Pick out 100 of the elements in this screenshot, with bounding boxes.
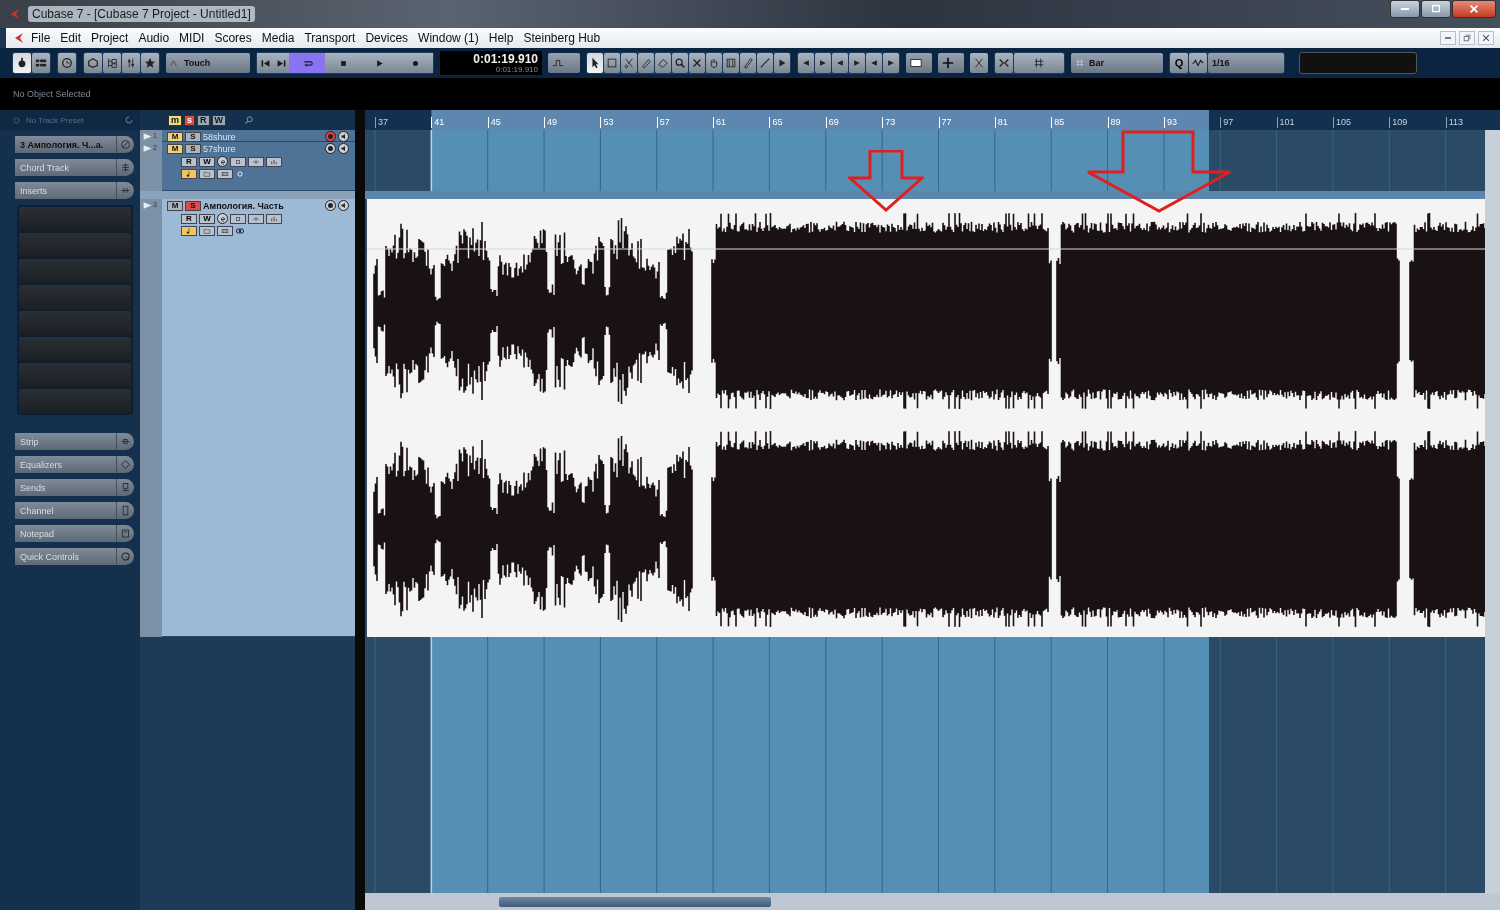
play-tool[interactable] xyxy=(774,53,790,73)
bar-number: 45 xyxy=(487,117,501,128)
track-header[interactable]: M S Ампология. Часть R W xyxy=(162,199,355,637)
nudge-left-button[interactable] xyxy=(798,53,814,73)
lock-button[interactable] xyxy=(230,213,246,224)
mixer-button[interactable] xyxy=(122,53,140,73)
line-tool[interactable] xyxy=(757,53,773,73)
group-track-header[interactable] xyxy=(140,191,355,199)
freeze-button[interactable] xyxy=(266,213,282,224)
menu-item[interactable]: Media xyxy=(256,31,300,45)
global-toggle-button[interactable]: W xyxy=(211,114,227,126)
menu-item[interactable]: Edit xyxy=(55,31,87,45)
close-button[interactable] xyxy=(1452,0,1496,18)
menu-item[interactable]: File xyxy=(26,31,56,45)
menu-item[interactable]: MIDI xyxy=(174,31,210,45)
edit-mode-dropdown[interactable] xyxy=(938,53,964,73)
activate-project-button[interactable] xyxy=(13,53,31,73)
timeline-ruler[interactable]: 37 41 45 49 53 57 61 65 69 73 77 81 85 89 93 97 101 105 109 113 xyxy=(365,110,1500,130)
lanes-button[interactable] xyxy=(248,213,264,224)
lanes-button[interactable] xyxy=(248,156,264,167)
global-toggle-button[interactable]: s xyxy=(184,114,196,126)
window-layout-button[interactable] xyxy=(32,53,50,73)
edit-channel-button[interactable] xyxy=(217,156,228,167)
track-header[interactable]: M S 57shure R W xyxy=(162,142,355,191)
global-toggle-button[interactable]: m xyxy=(168,114,182,126)
monitor-button[interactable] xyxy=(338,143,349,154)
folder-button[interactable] xyxy=(199,169,215,179)
trim-end-button[interactable] xyxy=(883,53,899,73)
write-automation-button[interactable]: W xyxy=(199,156,215,167)
menu-item[interactable]: Audio xyxy=(133,31,175,45)
snap-button[interactable] xyxy=(995,53,1013,73)
split-tool[interactable] xyxy=(621,53,637,73)
warp-tool[interactable] xyxy=(723,53,739,73)
restore-button[interactable] xyxy=(1459,31,1475,45)
quantize-dropdown[interactable]: 1/16 xyxy=(1208,53,1284,73)
close-button[interactable] xyxy=(1478,31,1494,45)
menu-item[interactable]: Project xyxy=(86,31,134,45)
automation-mode-dropdown[interactable]: Touch xyxy=(166,53,250,73)
inspector-section[interactable]: Sends xyxy=(15,479,134,496)
audio-event[interactable] xyxy=(367,199,1485,637)
menu-item[interactable]: Window (1) xyxy=(413,31,484,45)
move-left-button[interactable] xyxy=(832,53,848,73)
monitor-button[interactable] xyxy=(338,200,349,211)
read-automation-button[interactable]: R xyxy=(181,213,197,224)
stop-button[interactable] xyxy=(325,53,361,73)
channel-config-button[interactable] xyxy=(217,169,233,179)
go-to-start-button[interactable] xyxy=(257,53,273,73)
go-to-end-button[interactable] xyxy=(273,53,289,73)
channel-config-button[interactable] xyxy=(217,226,233,236)
menu-item[interactable]: Devices xyxy=(360,31,414,45)
horizontal-scrollbar[interactable] xyxy=(365,893,1500,910)
write-automation-button[interactable]: W xyxy=(199,213,215,224)
zoom-tool[interactable] xyxy=(672,53,688,73)
maximize-button[interactable] xyxy=(1421,0,1451,18)
track-header[interactable]: M S 58shure xyxy=(162,130,355,142)
record-enable-button[interactable] xyxy=(325,143,336,154)
menu-item[interactable]: Help xyxy=(483,31,519,45)
auto-scroll-button[interactable] xyxy=(970,53,988,73)
record-enable-button[interactable] xyxy=(325,200,336,211)
lock-button[interactable] xyxy=(230,156,246,167)
folder-button[interactable] xyxy=(199,226,215,236)
timebase-button[interactable] xyxy=(181,169,197,179)
nudge-right-button[interactable] xyxy=(815,53,831,73)
favorites-button[interactable] xyxy=(141,53,159,73)
global-toggle-button[interactable]: R xyxy=(197,114,210,126)
constrain-delay-button[interactable] xyxy=(58,53,76,73)
edit-channel-button[interactable] xyxy=(217,213,228,224)
minimize-button[interactable] xyxy=(1390,0,1420,18)
time-format-dropdown[interactable] xyxy=(548,53,580,73)
hand-tool[interactable] xyxy=(706,53,722,73)
browser-button[interactable] xyxy=(103,53,121,73)
grid-type-dropdown[interactable]: Bar xyxy=(1071,53,1163,73)
mute-button[interactable]: M xyxy=(167,143,183,154)
solo-button[interactable]: S xyxy=(185,143,201,154)
media-bay-button[interactable] xyxy=(84,53,102,73)
read-automation-button[interactable]: R xyxy=(181,156,197,167)
range-tool[interactable] xyxy=(604,53,620,73)
mute-tool[interactable] xyxy=(689,53,705,73)
vertical-scrollbar[interactable] xyxy=(1485,130,1500,893)
color-dropdown[interactable] xyxy=(906,53,932,73)
draw-tool[interactable] xyxy=(740,53,756,73)
quantize-button[interactable]: Q xyxy=(1170,53,1188,73)
iterative-quantize-button[interactable] xyxy=(1189,53,1207,73)
track-name-field[interactable]: 3 Ампология. Ч...а. xyxy=(15,136,134,153)
record-button[interactable] xyxy=(397,53,433,73)
mute-button[interactable]: M xyxy=(167,131,183,142)
menu-item[interactable]: Scores xyxy=(209,31,257,45)
solo-button[interactable]: S xyxy=(185,200,201,211)
trim-start-button[interactable] xyxy=(866,53,882,73)
menu-item[interactable]: Steinberg Hub xyxy=(518,31,606,45)
erase-tool[interactable] xyxy=(655,53,671,73)
solo-button[interactable]: S xyxy=(185,131,201,142)
timebase-button[interactable] xyxy=(181,226,197,236)
move-right-button[interactable] xyxy=(849,53,865,73)
object-select-tool[interactable] xyxy=(587,53,603,73)
menu-item[interactable]: Transport xyxy=(299,31,361,45)
snap-type-dropdown[interactable] xyxy=(1014,53,1064,73)
freeze-button[interactable] xyxy=(266,156,282,167)
glue-tool[interactable] xyxy=(638,53,654,73)
mute-button[interactable]: M xyxy=(167,200,183,211)
